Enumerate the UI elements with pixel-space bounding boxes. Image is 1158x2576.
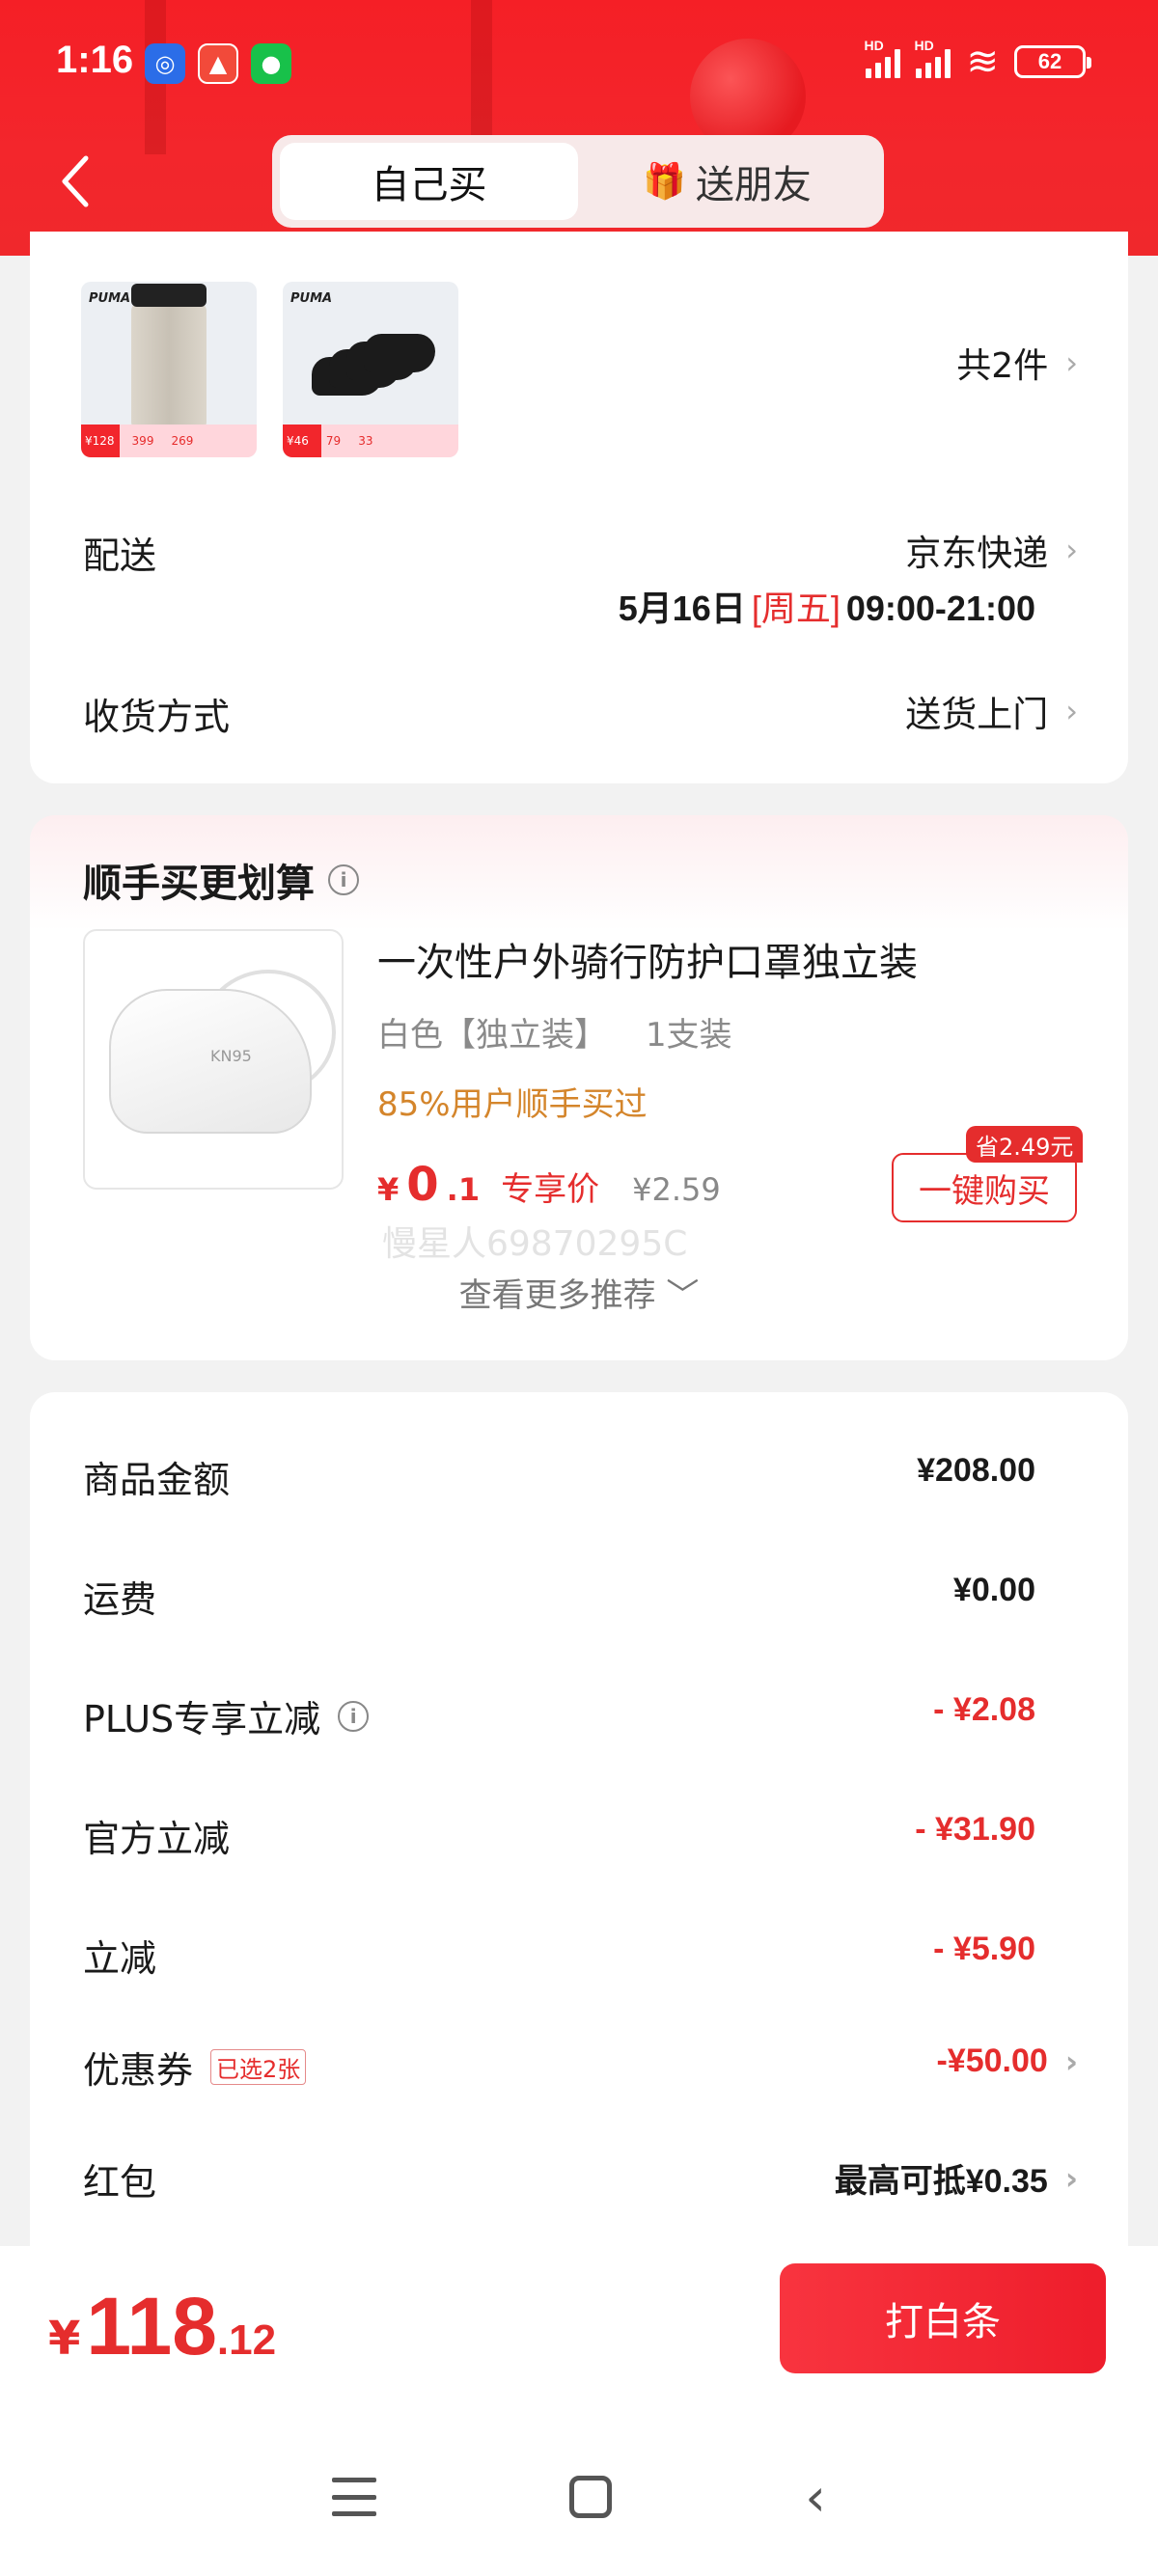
brand-logo: PUMA bbox=[89, 291, 131, 306]
see-more-recommendations[interactable]: 查看更多推荐 ﹀ bbox=[30, 1269, 1128, 1316]
product-thumb-socks[interactable]: PUMA ¥46 79 33 bbox=[283, 282, 458, 457]
exclusive-price-tag: 专享价 bbox=[501, 1170, 600, 1209]
wechat-icon: ● bbox=[251, 43, 291, 84]
product-thumb-pants[interactable]: PUMA ¥128 399 269 bbox=[81, 282, 257, 457]
tab-label: 送朋友 bbox=[695, 163, 812, 207]
status-indicators: HD HD ≋ 62 bbox=[864, 38, 1091, 83]
receive-method-link[interactable]: 送货上门 › bbox=[905, 685, 1078, 737]
item-count: 共2件 bbox=[956, 346, 1049, 386]
info-icon[interactable]: i bbox=[338, 1700, 370, 1732]
info-icon[interactable]: i bbox=[328, 864, 359, 895]
original-price: ¥2.59 bbox=[632, 1171, 721, 1208]
notification-alert-icon: ▲ bbox=[198, 43, 238, 84]
back-icon[interactable]: ‹ bbox=[805, 2467, 826, 2528]
socks-image bbox=[312, 334, 437, 405]
redpacket-link[interactable]: 最高可抵¥0.35 › bbox=[835, 2154, 1078, 2202]
notification-app-icon: ◎ bbox=[145, 43, 185, 84]
watermark: 慢星人69870295C bbox=[382, 1224, 688, 1264]
delivery-carrier: 京东快递 bbox=[905, 533, 1049, 574]
fee-label-plus: PLUS专享立减 i bbox=[83, 1689, 370, 1742]
pants-image bbox=[131, 284, 207, 426]
tab-label: 自己买 bbox=[371, 163, 487, 207]
addon-title: 顺手买更划算 i bbox=[83, 852, 359, 908]
addon-product-name[interactable]: 一次性户外骑行防护口罩独立装 bbox=[377, 931, 918, 987]
recent-apps-icon[interactable] bbox=[332, 2478, 377, 2516]
fee-value-instant: - ¥5.90 bbox=[933, 1931, 1035, 1967]
fee-value-goods: ¥208.00 bbox=[917, 1452, 1035, 1489]
addon-product-spec: 白色【独立装】 1支装 bbox=[377, 1016, 732, 1055]
fee-label-shipping: 运费 bbox=[83, 1578, 157, 1621]
chevron-right-icon: › bbox=[1065, 344, 1078, 381]
back-button[interactable] bbox=[56, 152, 95, 210]
order-card: PUMA ¥128 399 269 PUMA ¥46 79 33 共2件 › 配… bbox=[30, 232, 1128, 783]
fee-label-instant: 立减 bbox=[83, 1937, 157, 1980]
chevron-right-icon: › bbox=[1064, 2042, 1078, 2080]
tab-gift-friend[interactable]: 🎁 送朋友 bbox=[578, 143, 876, 220]
wifi-icon: ≋ bbox=[966, 41, 999, 83]
fee-value-plus: - ¥2.08 bbox=[933, 1691, 1035, 1728]
chevron-right-icon: › bbox=[1065, 532, 1078, 568]
coupon-label: 优惠券 已选2张 bbox=[83, 2041, 307, 2094]
home-icon[interactable] bbox=[569, 2476, 613, 2518]
thumb-price-strip: ¥46 79 33 bbox=[283, 425, 458, 457]
mask-print: KN95 bbox=[210, 1047, 252, 1065]
battery-icon: 62 bbox=[1014, 45, 1091, 78]
gift-icon: 🎁 bbox=[643, 162, 686, 202]
signal-icon: HD bbox=[864, 38, 901, 78]
total-price: ¥118.12 bbox=[48, 2281, 277, 2371]
mask-product-image[interactable]: KN95 bbox=[83, 929, 344, 1190]
fee-value-shipping: ¥0.00 bbox=[952, 1572, 1035, 1608]
chevron-left-icon bbox=[62, 155, 89, 207]
signal-icon-2: HD bbox=[914, 38, 951, 78]
redpacket-label: 红包 bbox=[83, 2161, 157, 2204]
price-summary-card: 商品金额 ¥208.00 运费 ¥0.00 PLUS专享立减 i - ¥2.08… bbox=[30, 1392, 1128, 2261]
receive-method-label: 收货方式 bbox=[83, 696, 231, 738]
purchase-mode-tabs: 自己买 🎁 送朋友 bbox=[272, 135, 884, 228]
one-click-buy-button[interactable]: 一键购买 bbox=[892, 1153, 1077, 1222]
fee-label-official: 官方立减 bbox=[83, 1818, 231, 1860]
coupon-value: -¥50.00 bbox=[936, 2042, 1048, 2079]
save-badge: 省2.49元 bbox=[966, 1126, 1084, 1163]
addon-bought-text: 85%用户顺手买过 bbox=[377, 1085, 648, 1124]
tab-buy-myself[interactable]: 自己买 bbox=[280, 143, 578, 220]
fee-label-goods: 商品金额 bbox=[83, 1459, 231, 1501]
redpacket-value: 最高可抵¥0.35 bbox=[834, 2163, 1048, 2200]
coupon-selected-tag: 已选2张 bbox=[210, 2049, 307, 2085]
item-count-link[interactable]: 共2件 › bbox=[956, 338, 1078, 388]
fee-value-official: - ¥31.90 bbox=[915, 1811, 1035, 1848]
thumb-price-strip: ¥128 399 269 bbox=[81, 425, 257, 457]
pay-baitiao-button[interactable]: 打白条 bbox=[780, 2263, 1106, 2373]
delivery-carrier-link[interactable]: 京东快递 › bbox=[905, 524, 1078, 576]
chevron-right-icon: › bbox=[1065, 693, 1078, 729]
chevron-right-icon: › bbox=[1064, 2159, 1078, 2197]
checkout-bar: ¥118.12 打白条 ‹ bbox=[0, 2246, 1158, 2576]
addon-card: 顺手买更划算 i KN95 一次性户外骑行防护口罩独立装 白色【独立装】 1支装 … bbox=[30, 815, 1128, 1360]
brand-logo: PUMA bbox=[290, 291, 333, 306]
delivery-label: 配送 bbox=[83, 534, 157, 577]
system-nav-bar: ‹ bbox=[0, 2449, 1158, 2545]
status-time: 1:16 bbox=[56, 39, 134, 81]
status-bar: 1:16 ◎ ▲ ● HD HD ≋ 62 bbox=[0, 29, 1158, 106]
delivery-time: 5月16日 [周五] 09:00-21:00 bbox=[618, 589, 1035, 628]
battery-level: 62 bbox=[1037, 49, 1062, 73]
receive-method-value: 送货上门 bbox=[905, 694, 1049, 735]
addon-price: ¥0.1 专享价 ¥2.59 bbox=[377, 1158, 721, 1212]
coupon-link[interactable]: -¥50.00 › bbox=[936, 2042, 1078, 2080]
header: 1:16 ◎ ▲ ● HD HD ≋ 62 自己买 🎁 送朋友 bbox=[0, 0, 1158, 256]
